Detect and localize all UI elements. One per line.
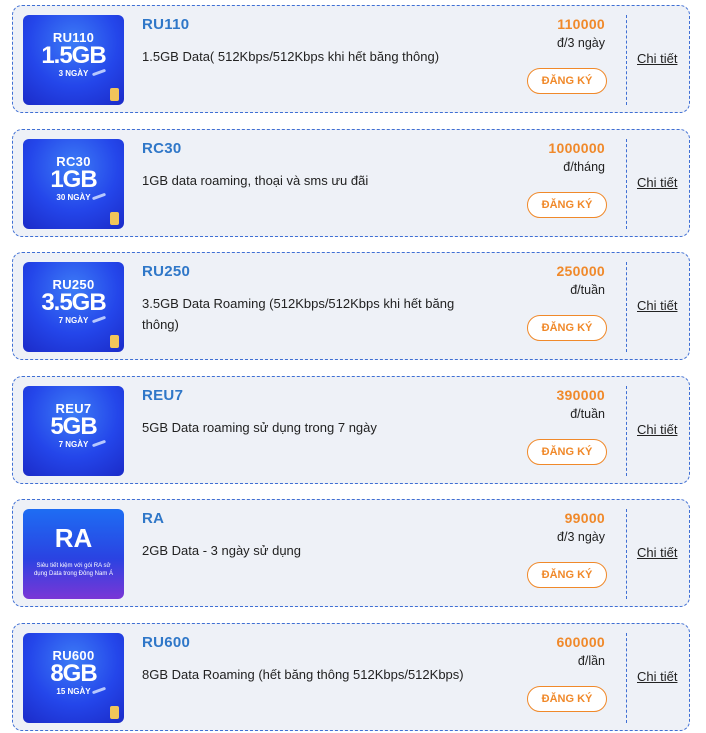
package-card-ru250: RU250 3.5GB 7 NGÀY RU250 3.5GB Data Roam… — [12, 252, 690, 360]
thumb-days: 15 NGÀY — [56, 687, 91, 696]
package-thumbnail[interactable]: RC30 1GB 30 NGÀY — [23, 139, 124, 229]
package-code[interactable]: RC30 — [142, 140, 182, 157]
detail-link[interactable]: Chi tiết — [637, 175, 677, 190]
package-price: 99000 — [564, 510, 605, 526]
package-thumbnail[interactable]: REU7 5GB 7 NGÀY — [23, 386, 124, 476]
phone-icon — [110, 335, 119, 348]
card-divider — [626, 262, 627, 352]
package-thumbnail[interactable]: RU600 8GB 15 NGÀY — [23, 633, 124, 723]
package-thumbnail[interactable]: RU250 3.5GB 7 NGÀY — [23, 262, 124, 352]
card-divider — [626, 509, 627, 599]
phone-icon — [110, 706, 119, 719]
package-price: 600000 — [556, 634, 605, 650]
package-card-ra: RA Siêu tiết kiệm với gói RA sử dụng Dat… — [12, 499, 690, 607]
package-card-reu7: REU7 5GB 7 NGÀY REU7 5GB Data roaming sử… — [12, 376, 690, 484]
register-button[interactable]: ĐĂNG KÝ — [527, 439, 607, 465]
package-price: 250000 — [556, 263, 605, 279]
phone-icon — [110, 88, 119, 101]
package-description: 3.5GB Data Roaming (512Kbps/512Kbps khi … — [142, 296, 455, 332]
package-unit: đ/lần — [577, 654, 605, 668]
package-code[interactable]: REU7 — [142, 387, 183, 404]
thumb-size: 5GB — [50, 413, 97, 440]
detail-link[interactable]: Chi tiết — [637, 422, 677, 437]
register-button[interactable]: ĐĂNG KÝ — [527, 315, 607, 341]
detail-link[interactable]: Chi tiết — [637, 669, 677, 684]
package-description: 1.5GB Data( 512Kbps/512Kbps khi hết băng… — [142, 49, 440, 64]
package-code[interactable]: RA — [142, 510, 164, 527]
register-button[interactable]: ĐĂNG KÝ — [527, 686, 607, 712]
card-divider — [626, 139, 627, 229]
thumb-size: 1GB — [50, 166, 97, 193]
package-description: 1GB data roaming, thoại và sms ưu đãi — [142, 173, 369, 188]
package-unit: đ/3 ngày — [557, 530, 605, 544]
register-button[interactable]: ĐĂNG KÝ — [527, 68, 607, 94]
package-code[interactable]: RU110 — [142, 16, 189, 33]
package-description: 2GB Data - 3 ngày sử dụng — [142, 543, 302, 558]
register-button[interactable]: ĐĂNG KÝ — [527, 192, 607, 218]
package-price: 1000000 — [548, 140, 605, 156]
detail-link[interactable]: Chi tiết — [637, 545, 677, 560]
thumb-size: 3.5GB — [41, 289, 106, 316]
package-price: 110000 — [557, 16, 605, 32]
package-description: 5GB Data roaming sử dụng trong 7 ngày — [142, 420, 377, 435]
detail-link[interactable]: Chi tiết — [637, 51, 677, 66]
thumb-size: 1.5GB — [41, 42, 106, 69]
register-button[interactable]: ĐĂNG KÝ — [527, 562, 607, 588]
package-card-ru110: RU110 1.5GB 3 NGÀY RU110 1.5GB Data( 512… — [12, 5, 690, 113]
package-unit: đ/tuần — [570, 407, 605, 421]
package-thumbnail[interactable]: RA Siêu tiết kiệm với gói RA sử dụng Dat… — [23, 509, 124, 599]
card-divider — [626, 386, 627, 476]
package-description: 8GB Data Roaming (hết băng thông 512Kbps… — [142, 667, 464, 682]
thumb-days: 3 NGÀY — [58, 69, 89, 78]
package-code[interactable]: RU250 — [142, 263, 190, 280]
package-card-rc30: RC30 1GB 30 NGÀY RC30 1GB data roaming, … — [12, 129, 690, 237]
package-thumbnail[interactable]: RU110 1.5GB 3 NGÀY — [23, 15, 124, 105]
thumb-tagline: Siêu tiết kiệm với gói RA sử dụng Data t… — [33, 563, 114, 577]
package-unit: đ/tháng — [563, 160, 605, 174]
detail-link[interactable]: Chi tiết — [637, 298, 677, 313]
thumb-code: RA — [54, 523, 93, 553]
phone-icon — [110, 212, 119, 225]
package-code[interactable]: RU600 — [142, 634, 190, 651]
package-unit: đ/3 ngày — [557, 36, 605, 50]
thumb-days: 7 NGÀY — [58, 316, 89, 325]
package-card-ru600: RU600 8GB 15 NGÀY RU600 8GB Data Roaming… — [12, 623, 690, 731]
thumb-size: 8GB — [50, 660, 97, 687]
package-price: 390000 — [556, 387, 605, 403]
card-divider — [626, 15, 627, 105]
thumb-days: 7 NGÀY — [58, 440, 89, 449]
thumb-days: 30 NGÀY — [56, 193, 91, 202]
card-divider — [626, 633, 627, 723]
package-unit: đ/tuần — [570, 283, 605, 297]
